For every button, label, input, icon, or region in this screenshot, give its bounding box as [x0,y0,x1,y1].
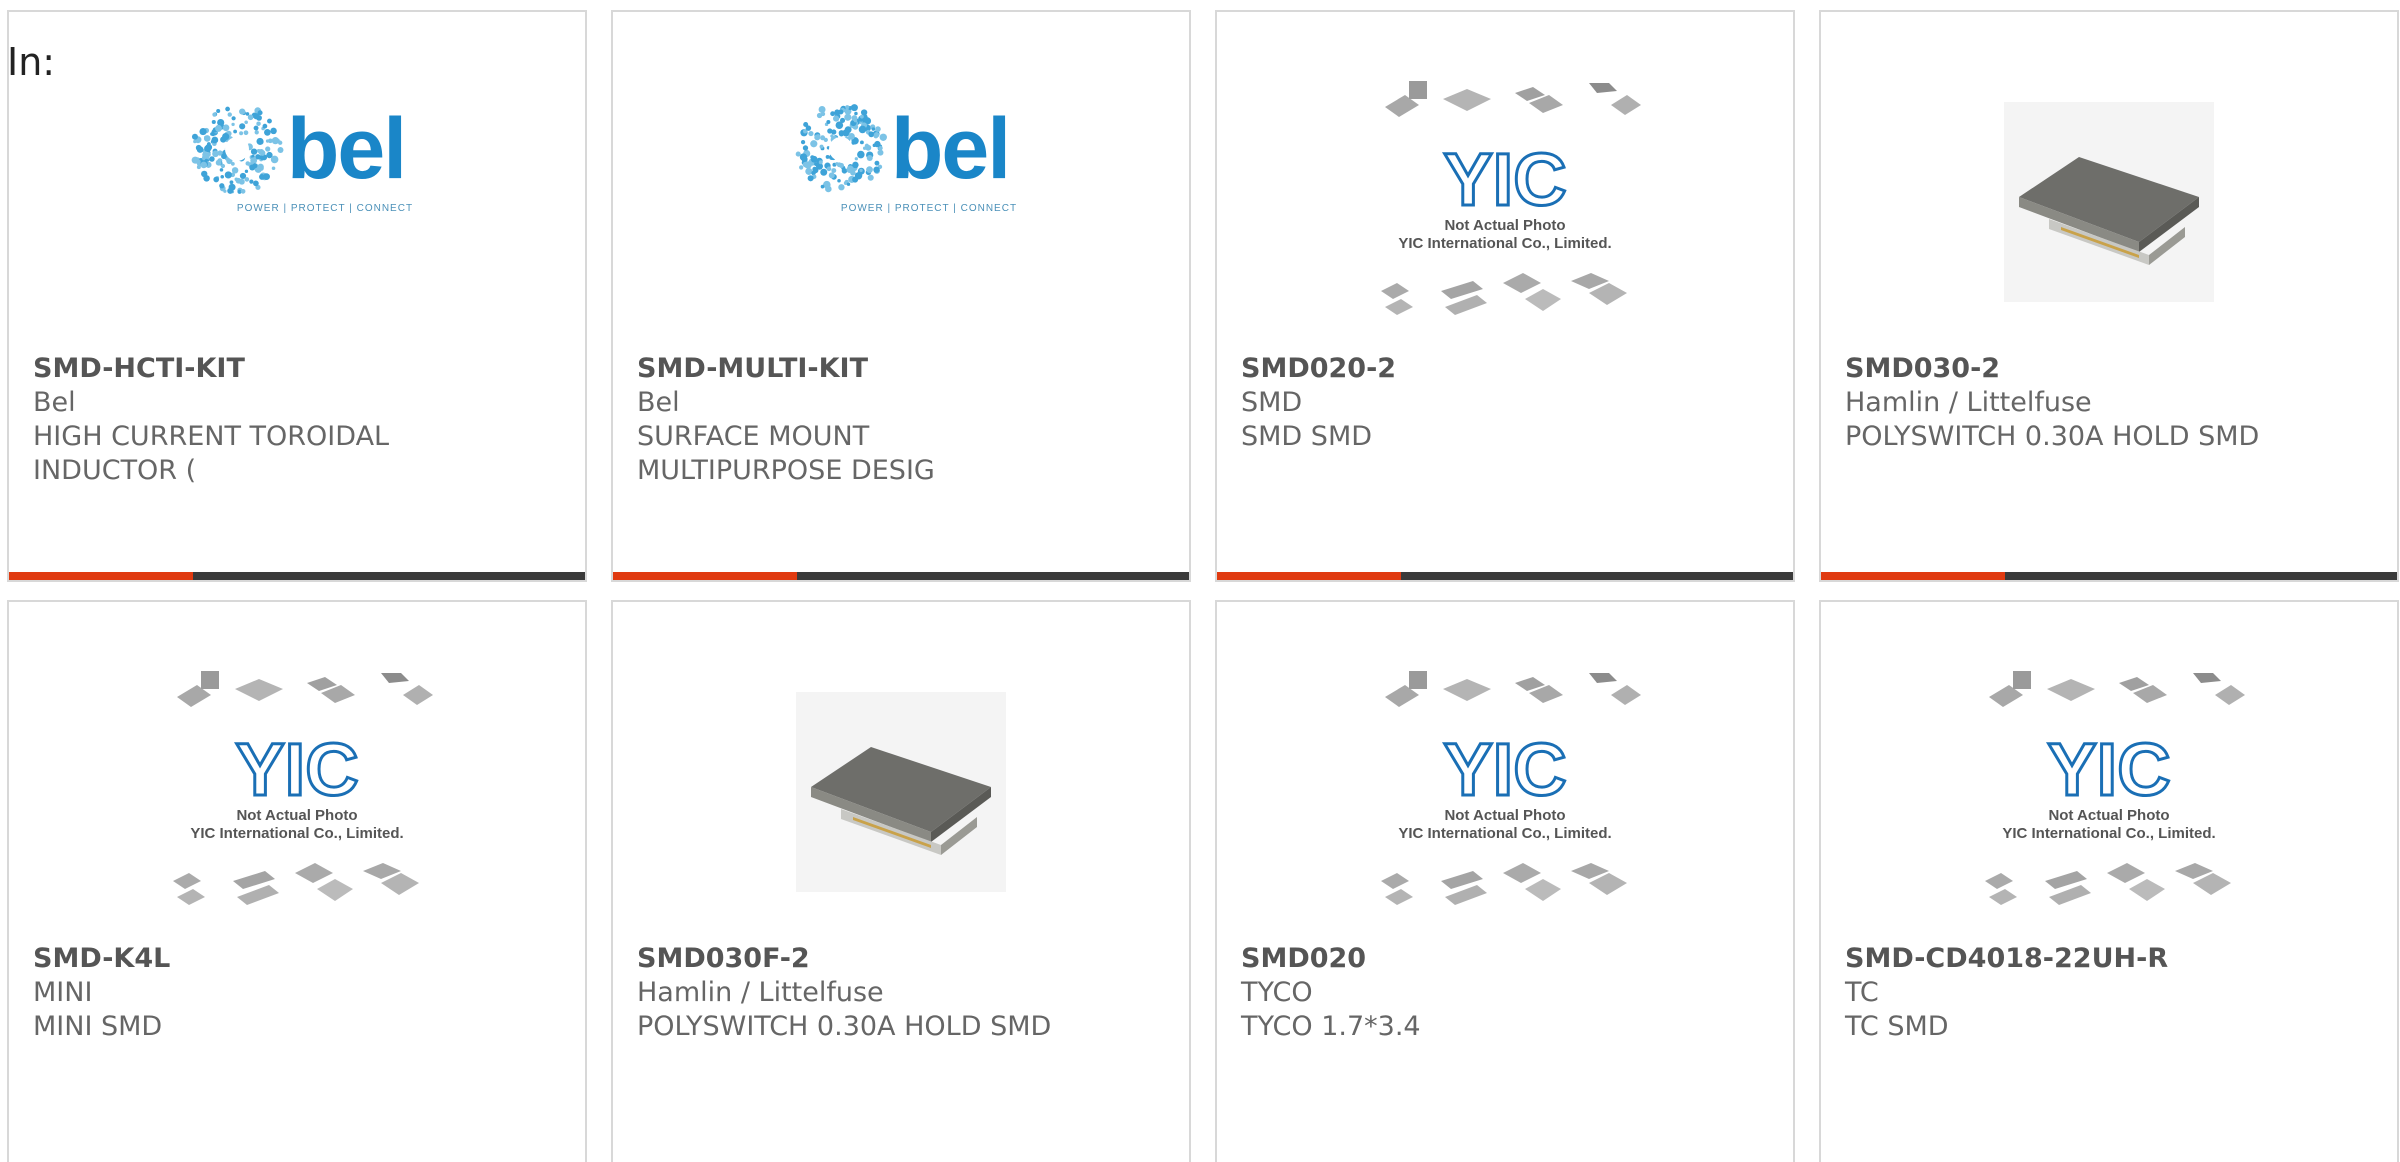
brand-name: Bel [637,387,680,418]
product-card[interactable]: SMD030-2 Hamlin / Littelfuse POLYSWITCH … [1819,10,2399,582]
part-number[interactable]: SMD-CD4018-22UH-R [1845,942,2373,976]
placeholder-caption-line-2: YIC International Co., Limited. [190,825,404,842]
yic-placeholder-image: YIC Not Actual Photo YIC International Co.… [1365,77,1645,327]
placeholder-caption: Not Actual Photo YIC International Co., L… [1365,217,1645,253]
product-card[interactable]: YIC Not Actual Photo YIC International Co.… [1215,10,1795,582]
product-info: SMD030F-2 Hamlin / Littelfuse POLYSWITCH… [637,942,1165,1044]
product-grid: bel POWER | PROTECT | CONNECT SMD-HCTI-KI… [7,10,2400,1162]
placeholder-caption-line-2: YIC International Co., Limited. [1398,825,1612,842]
part-number[interactable]: SMD-MULTI-KIT [637,352,1165,386]
yic-logo: YIC [2047,728,2170,811]
product-image[interactable] [1821,52,2397,352]
description-line-1: POLYSWITCH 0.30A HOLD SMD [1845,421,2260,452]
product-image[interactable]: YIC Not Actual Photo YIC International Co.… [9,642,585,942]
component-icons: YIC [173,671,433,905]
smd-chip-icon [811,747,991,855]
card-bottom-bar [9,572,585,580]
placeholder-caption-line-2: YIC International Co., Limited. [1398,235,1612,252]
product-image[interactable]: bel POWER | PROTECT | CONNECT [613,52,1189,352]
placeholder-caption-line-1: Not Actual Photo [1444,807,1566,824]
component-icons: YIC [1381,671,1641,905]
part-number[interactable]: SMD030F-2 [637,942,1165,976]
placeholder-caption-line-1: Not Actual Photo [2048,807,2170,824]
card-accent-bar [1821,572,2005,580]
brand-name: SMD [1241,387,1303,418]
brand-name: TYCO [1241,977,1313,1008]
product-card[interactable]: SMD030F-2 Hamlin / Littelfuse POLYSWITCH… [611,600,1191,1162]
product-info: SMD-K4L MINI MINI SMD [33,942,561,1044]
product-info: SMD-CD4018-22UH-R TC TC SMD [1845,942,2373,1044]
yic-placeholder-image: YIC Not Actual Photo YIC International Co.… [1365,667,1645,917]
yic-logo: YIC [1443,728,1566,811]
description-line-2: INDUCTOR ( [33,455,197,486]
card-accent-bar [9,572,193,580]
product-info: SMD-MULTI-KIT Bel SURFACE MOUNT MULTIPUR… [637,352,1165,488]
product-card[interactable]: YIC Not Actual Photo YIC International Co.… [1819,600,2399,1162]
brand-name: Hamlin / Littelfuse [637,977,884,1008]
description-line-1: SMD SMD [1241,421,1373,452]
brand-name: TC [1845,977,1879,1008]
bel-logo-text: bel [890,100,1011,197]
brand-name: Hamlin / Littelfuse [1845,387,2092,418]
yic-logo: YIC [1443,138,1566,221]
bel-logo-tagline: POWER | PROTECT | CONNECT [236,202,414,214]
description-line-1: HIGH CURRENT TOROIDAL [33,421,390,452]
yic-placeholder-image: YIC Not Actual Photo YIC International Co.… [1969,667,2249,917]
product-image[interactable]: YIC Not Actual Photo YIC International Co.… [1821,642,2397,942]
product-image[interactable]: YIC Not Actual Photo YIC International Co.… [1217,642,1793,942]
part-number[interactable]: SMD020 [1241,942,1769,976]
yic-placeholder-image: YIC Not Actual Photo YIC International Co.… [157,667,437,917]
description-line-2: MULTIPURPOSE DESIG [637,455,935,486]
component-icons: YIC [1381,81,1641,315]
product-info: SMD030-2 Hamlin / Littelfuse POLYSWITCH … [1845,352,2373,454]
card-accent-bar [613,572,797,580]
bel-globe-icon [191,106,284,194]
description-line-1: POLYSWITCH 0.30A HOLD SMD [637,1011,1052,1042]
part-number[interactable]: SMD030-2 [1845,352,2373,386]
brand-name: Bel [33,387,76,418]
card-accent-bar [1217,572,1401,580]
placeholder-caption-line-2: YIC International Co., Limited. [2002,825,2216,842]
product-image[interactable] [613,642,1189,942]
part-number[interactable]: SMD-HCTI-KIT [33,352,561,386]
placeholder-caption: Not Actual Photo YIC International Co., L… [1365,807,1645,843]
part-number[interactable]: SMD-K4L [33,942,561,976]
component-photo [796,692,1006,892]
description-line-1: TC SMD [1845,1011,1949,1042]
product-info: SMD020 TYCO TYCO 1.7*3.4 [1241,942,1769,1044]
filter-label: In: [7,40,56,84]
placeholder-caption: Not Actual Photo YIC International Co., L… [1969,807,2249,843]
product-card[interactable]: bel POWER | PROTECT | CONNECT SMD-MULTI-K… [611,10,1191,582]
product-card[interactable]: bel POWER | PROTECT | CONNECT SMD-HCTI-KI… [7,10,587,582]
component-icons: YIC [1985,671,2245,905]
product-card[interactable]: YIC Not Actual Photo YIC International Co.… [1215,600,1795,1162]
part-number[interactable]: SMD020-2 [1241,352,1769,386]
component-photo [2004,102,2214,302]
placeholder-caption-line-1: Not Actual Photo [1444,217,1566,234]
smd-chip-icon [2019,157,2199,265]
product-card[interactable]: YIC Not Actual Photo YIC International Co.… [7,600,587,1162]
card-bottom-bar [1821,572,2397,580]
bel-logo-text: bel [286,100,407,197]
bel-logo-tagline: POWER | PROTECT | CONNECT [840,202,1018,214]
product-info: SMD-HCTI-KIT Bel HIGH CURRENT TOROIDAL I… [33,352,561,488]
yic-logo: YIC [235,728,358,811]
product-grid-page: In: bel POWER | PROTECT | CONNECT SMD-HCT… [0,0,2400,1162]
description-line-1: SURFACE MOUNT [637,421,870,452]
placeholder-caption: Not Actual Photo YIC International Co., L… [157,807,437,843]
bel-globe-icon [795,103,887,192]
description-line-1: TYCO 1.7*3.4 [1241,1011,1421,1042]
product-info: SMD020-2 SMD SMD SMD [1241,352,1769,454]
brand-name: MINI [33,977,93,1008]
product-image[interactable]: YIC Not Actual Photo YIC International Co.… [1217,52,1793,352]
bel-logo: bel POWER | PROTECT | CONNECT [785,101,1017,214]
card-bottom-bar [1217,572,1793,580]
product-image[interactable]: bel POWER | PROTECT | CONNECT [9,52,585,352]
placeholder-caption-line-1: Not Actual Photo [236,807,358,824]
bel-logo: bel POWER | PROTECT | CONNECT [181,101,413,214]
card-bottom-bar [613,572,1189,580]
description-line-1: MINI SMD [33,1011,163,1042]
